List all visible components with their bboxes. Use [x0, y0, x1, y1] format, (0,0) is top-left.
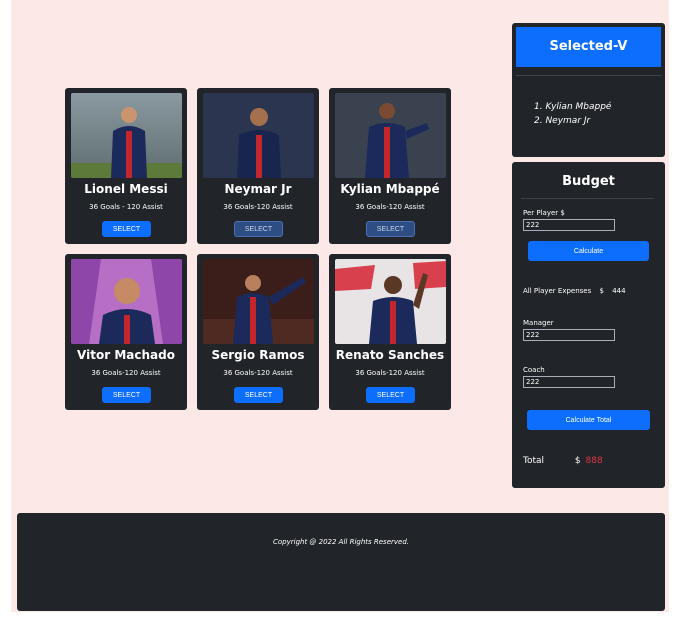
calculate-total-button[interactable]: Calculate Total	[527, 410, 650, 430]
manager-input[interactable]	[523, 329, 615, 341]
player-card: Lionel Messi 36 Goals - 120 Assist SELEC…	[65, 88, 187, 244]
player-card: Sergio Ramos 36 Goals-120 Assist SELECT	[197, 254, 319, 410]
player-stats: 36 Goals-120 Assist	[223, 369, 293, 377]
select-button[interactable]: SELECT	[366, 387, 415, 403]
player-name: Lionel Messi	[84, 182, 168, 196]
divider	[521, 198, 654, 199]
player-name: Kylian Mbappé	[340, 182, 440, 196]
divider	[516, 75, 661, 76]
copyright-text: Copyright @ 2022 All Rights Reserved.	[272, 538, 410, 546]
player-stats: 36 Goals - 120 Assist	[89, 203, 163, 211]
select-button[interactable]: SELECT	[234, 387, 283, 403]
player-stats: 36 Goals-120 Assist	[91, 369, 161, 377]
footer: Copyright @ 2022 All Rights Reserved.	[17, 513, 665, 611]
select-button[interactable]: SELECT	[366, 221, 415, 237]
player-expenses-label: All Player Expenses	[523, 287, 592, 295]
total-row: Total $ 888	[523, 456, 603, 466]
manager-label: Manager	[523, 319, 554, 327]
player-card: Vitor Machado 36 Goals-120 Assist SELECT	[65, 254, 187, 410]
player-expenses-value: 444	[612, 287, 626, 295]
player-photo	[71, 93, 182, 178]
selected-title: Selected-V	[516, 27, 661, 67]
selected-list: 1. Kylian Mbappé 2. Neymar Jr	[534, 100, 611, 128]
coach-label: Coach	[523, 366, 545, 374]
player-name: Vitor Machado	[77, 348, 175, 362]
player-name: Neymar Jr	[224, 182, 292, 196]
per-player-input[interactable]	[523, 219, 615, 231]
selected-list-item: 1. Kylian Mbappé	[534, 102, 612, 112]
player-photo	[203, 93, 314, 178]
player-card: Renato Sanches 36 Goals-120 Assist SELEC…	[329, 254, 451, 410]
player-stats: 36 Goals-120 Assist	[355, 203, 425, 211]
total-label: Total	[523, 456, 545, 466]
player-stats: 36 Goals-120 Assist	[223, 203, 293, 211]
selected-list-item: 2. Neymar Jr	[534, 116, 591, 126]
total-value: 888	[585, 456, 603, 466]
calculate-button[interactable]: Calculate	[528, 241, 649, 261]
player-expenses-currency: $	[599, 287, 604, 295]
selected-panel: Selected-V 1. Kylian Mbappé 2. Neymar Jr	[512, 23, 665, 157]
total-currency: $	[574, 456, 581, 466]
budget-panel: Budget Per Player $ Calculate All Player…	[512, 162, 665, 488]
player-photo	[203, 259, 314, 344]
coach-input[interactable]	[523, 376, 615, 388]
player-expenses-row: All Player Expenses $ 444	[523, 287, 626, 295]
select-button[interactable]: SELECT	[234, 221, 283, 237]
player-photo	[71, 259, 182, 344]
player-card: Neymar Jr 36 Goals-120 Assist SELECT	[197, 88, 319, 244]
player-photo	[335, 93, 446, 178]
select-button[interactable]: SELECT	[102, 221, 151, 237]
budget-title: Budget	[562, 174, 615, 189]
select-button[interactable]: SELECT	[102, 387, 151, 403]
player-photo	[335, 259, 446, 344]
player-name: Renato Sanches	[335, 348, 445, 362]
player-name: Sergio Ramos	[211, 348, 305, 362]
per-player-label: Per Player $	[523, 209, 565, 217]
player-stats: 36 Goals-120 Assist	[355, 369, 425, 377]
player-card: Kylian Mbappé 36 Goals-120 Assist SELECT	[329, 88, 451, 244]
